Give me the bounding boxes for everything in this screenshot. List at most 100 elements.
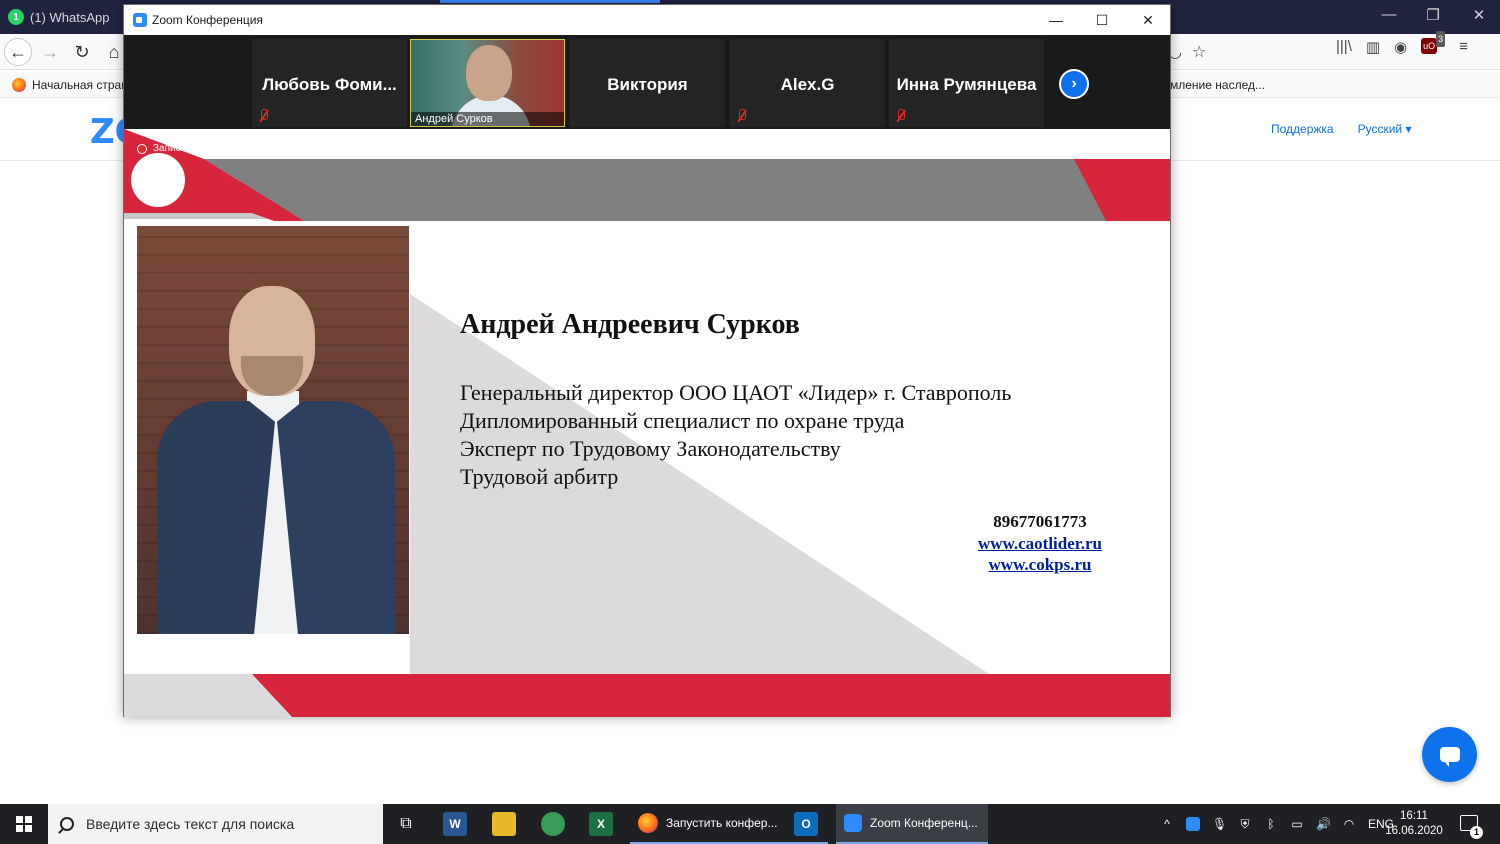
volume-icon[interactable]: 🔊 [1316,817,1331,831]
participant-name: Alex.G [780,75,835,94]
ublock-icon[interactable]: uO 3 [1421,31,1446,54]
urlbar-actions: ◡ ☆ [1168,39,1220,65]
account-icon[interactable]: ◉ [1394,38,1407,56]
phone-number: 89677061773 [993,512,1087,531]
firefox-icon [12,78,26,92]
mic-muted-icon [736,109,748,123]
participant-tile[interactable]: Инна Румянцева [889,39,1044,127]
wifi-icon[interactable]: ◠ [1342,817,1356,831]
participant-tile[interactable]: Виктория [570,39,725,127]
taskbar-app-zoom[interactable]: Zoom Конференц... [836,804,988,844]
tab-label: (1) WhatsApp [30,9,110,25]
chat-icon [1439,747,1460,767]
support-link[interactable]: Поддержка [1271,122,1334,136]
slide-gray-band [204,159,1170,221]
bookmark-star-icon[interactable]: ☆ [1192,42,1206,62]
slide-red-bottom [252,674,1170,717]
participant-name: Андрей Сурков [411,112,564,126]
clock-time: 16:11 [1400,810,1428,822]
taskbar-search[interactable]: Введите здесь текст для поиска [48,804,383,844]
taskbar-app-label: Zoom Конференц... [870,816,978,830]
search-placeholder: Введите здесь текст для поиска [86,816,295,832]
back-button[interactable]: ← [4,38,32,66]
speaker-name: Андрей Андреевич Сурков [460,309,800,340]
speaker-roles: Генеральный директор ООО ЦАОТ «Лидер» г.… [460,379,1011,491]
participant-tile[interactable]: Alex.G [730,39,885,127]
reload-button[interactable]: ↻ [68,38,96,66]
window-title: Zoom Конференция [152,13,263,27]
language-select[interactable]: Русский ▾ [1358,122,1412,136]
file-explorer-icon[interactable] [492,812,516,836]
close-icon[interactable]: ✕ [1464,6,1494,24]
windows-logo-icon [16,816,32,832]
browser-toolbar-right: |||\ ▥ ◉ uO 3 ≡ [1336,31,1468,56]
chevron-up-icon[interactable]: ^ [1160,817,1174,831]
mic-muted-icon [895,109,907,123]
website-link[interactable]: www.cokps.ru [914,554,1166,576]
extension-badge: 3 [1436,31,1446,47]
participant-video-strip: Любовь Фоми... Андрей Сурков Виктория Al… [124,35,1170,129]
role-line: Эксперт по Трудовому Законодательству [460,436,841,461]
security-shield-icon[interactable]: ⛨ [1238,817,1252,831]
task-view-icon[interactable]: ⧉ [394,812,418,836]
menu-icon[interactable]: ≡ [1459,38,1468,56]
mic-muted-icon [258,109,270,123]
camera-person-face [466,45,512,101]
next-participants-button[interactable]: › [1059,69,1089,99]
bookmark-label: Начальная стран [32,78,128,92]
chat-button[interactable] [1422,727,1477,782]
restore-icon[interactable]: ❐ [1418,6,1448,24]
zoom-meeting-window: Zoom Конференция — ☐ ✕ Любовь Фоми... Ан… [123,4,1171,717]
participant-name: Любовь Фоми... [262,75,397,94]
system-tray: ^ 🎙 ⛨ ᛒ ▭ 🔊 ◠ ENG [1160,804,1394,844]
participant-tile[interactable]: Любовь Фоми... [252,39,407,127]
close-icon[interactable]: ✕ [1128,9,1168,31]
slide-logo-circle [131,153,185,207]
windows-taskbar: Введите здесь текст для поиска ⧉ W X Зап… [0,804,1500,844]
notification-count: 1 [1470,826,1483,839]
active-tab-indicator [440,0,660,3]
role-line: Трудовой арбитр [460,464,619,489]
arrow-left-icon: ← [9,41,27,62]
photo-jacket-left [157,401,275,634]
bookmark-item[interactable]: мление наслед... [1170,78,1265,92]
clock-date: 16.06.2020 [1385,825,1443,837]
participant-name: Виктория [607,75,688,94]
home-icon: ⌂ [108,41,120,62]
bluetooth-icon[interactable]: ᛒ [1264,817,1278,831]
whatsapp-icon: 1 [8,9,24,25]
microphone-icon[interactable]: 🎙 [1212,817,1227,831]
chrome-icon[interactable] [541,812,565,836]
battery-icon[interactable]: ▭ [1290,817,1304,831]
start-button[interactable] [0,804,48,844]
minimize-icon[interactable]: — [1036,9,1076,31]
minimize-icon[interactable]: — [1374,6,1404,23]
role-line: Генеральный директор ООО ЦАОТ «Лидер» г.… [460,380,1012,405]
sidebar-icon[interactable]: ▥ [1366,38,1380,56]
reload-icon: ↻ [74,41,90,62]
photo-jacket-right [277,401,395,634]
zoom-tray-icon[interactable] [1186,817,1200,831]
word-icon[interactable]: W [443,812,467,836]
taskbar-app-label: Запустить конфер... [666,816,778,830]
zoom-app-icon [133,13,147,27]
participant-tile-video[interactable]: Андрей Сурков [410,39,565,127]
arrow-right-icon: → [41,41,59,62]
website-link[interactable]: www.caotlider.ru [914,533,1166,555]
maximize-icon[interactable]: ☐ [1082,9,1122,31]
zoom-titlebar[interactable]: Zoom Конференция — ☐ ✕ [124,5,1170,35]
record-icon [137,143,147,154]
excel-icon[interactable]: X [589,812,613,836]
library-icon[interactable]: |||\ [1336,38,1352,56]
contact-block: 89677061773 www.caotlider.ru www.cokps.r… [914,511,1166,576]
firefox-icon [638,813,658,833]
browser-tab-whatsapp[interactable]: 1 (1) WhatsApp [0,0,118,34]
bookmark-home[interactable]: Начальная стран [12,78,128,92]
speaker-photo [137,226,409,634]
shared-screen-slide: Запись Андрей Андреевич Сурков Генеральн… [124,129,1170,717]
role-line: Дипломированный специалист по охране тру… [460,408,905,433]
taskbar-clock[interactable]: 16:11 16.06.2020 [1384,809,1444,839]
forward-button[interactable]: → [36,38,64,66]
outlook-icon[interactable]: O [794,812,818,836]
search-icon [60,817,74,831]
